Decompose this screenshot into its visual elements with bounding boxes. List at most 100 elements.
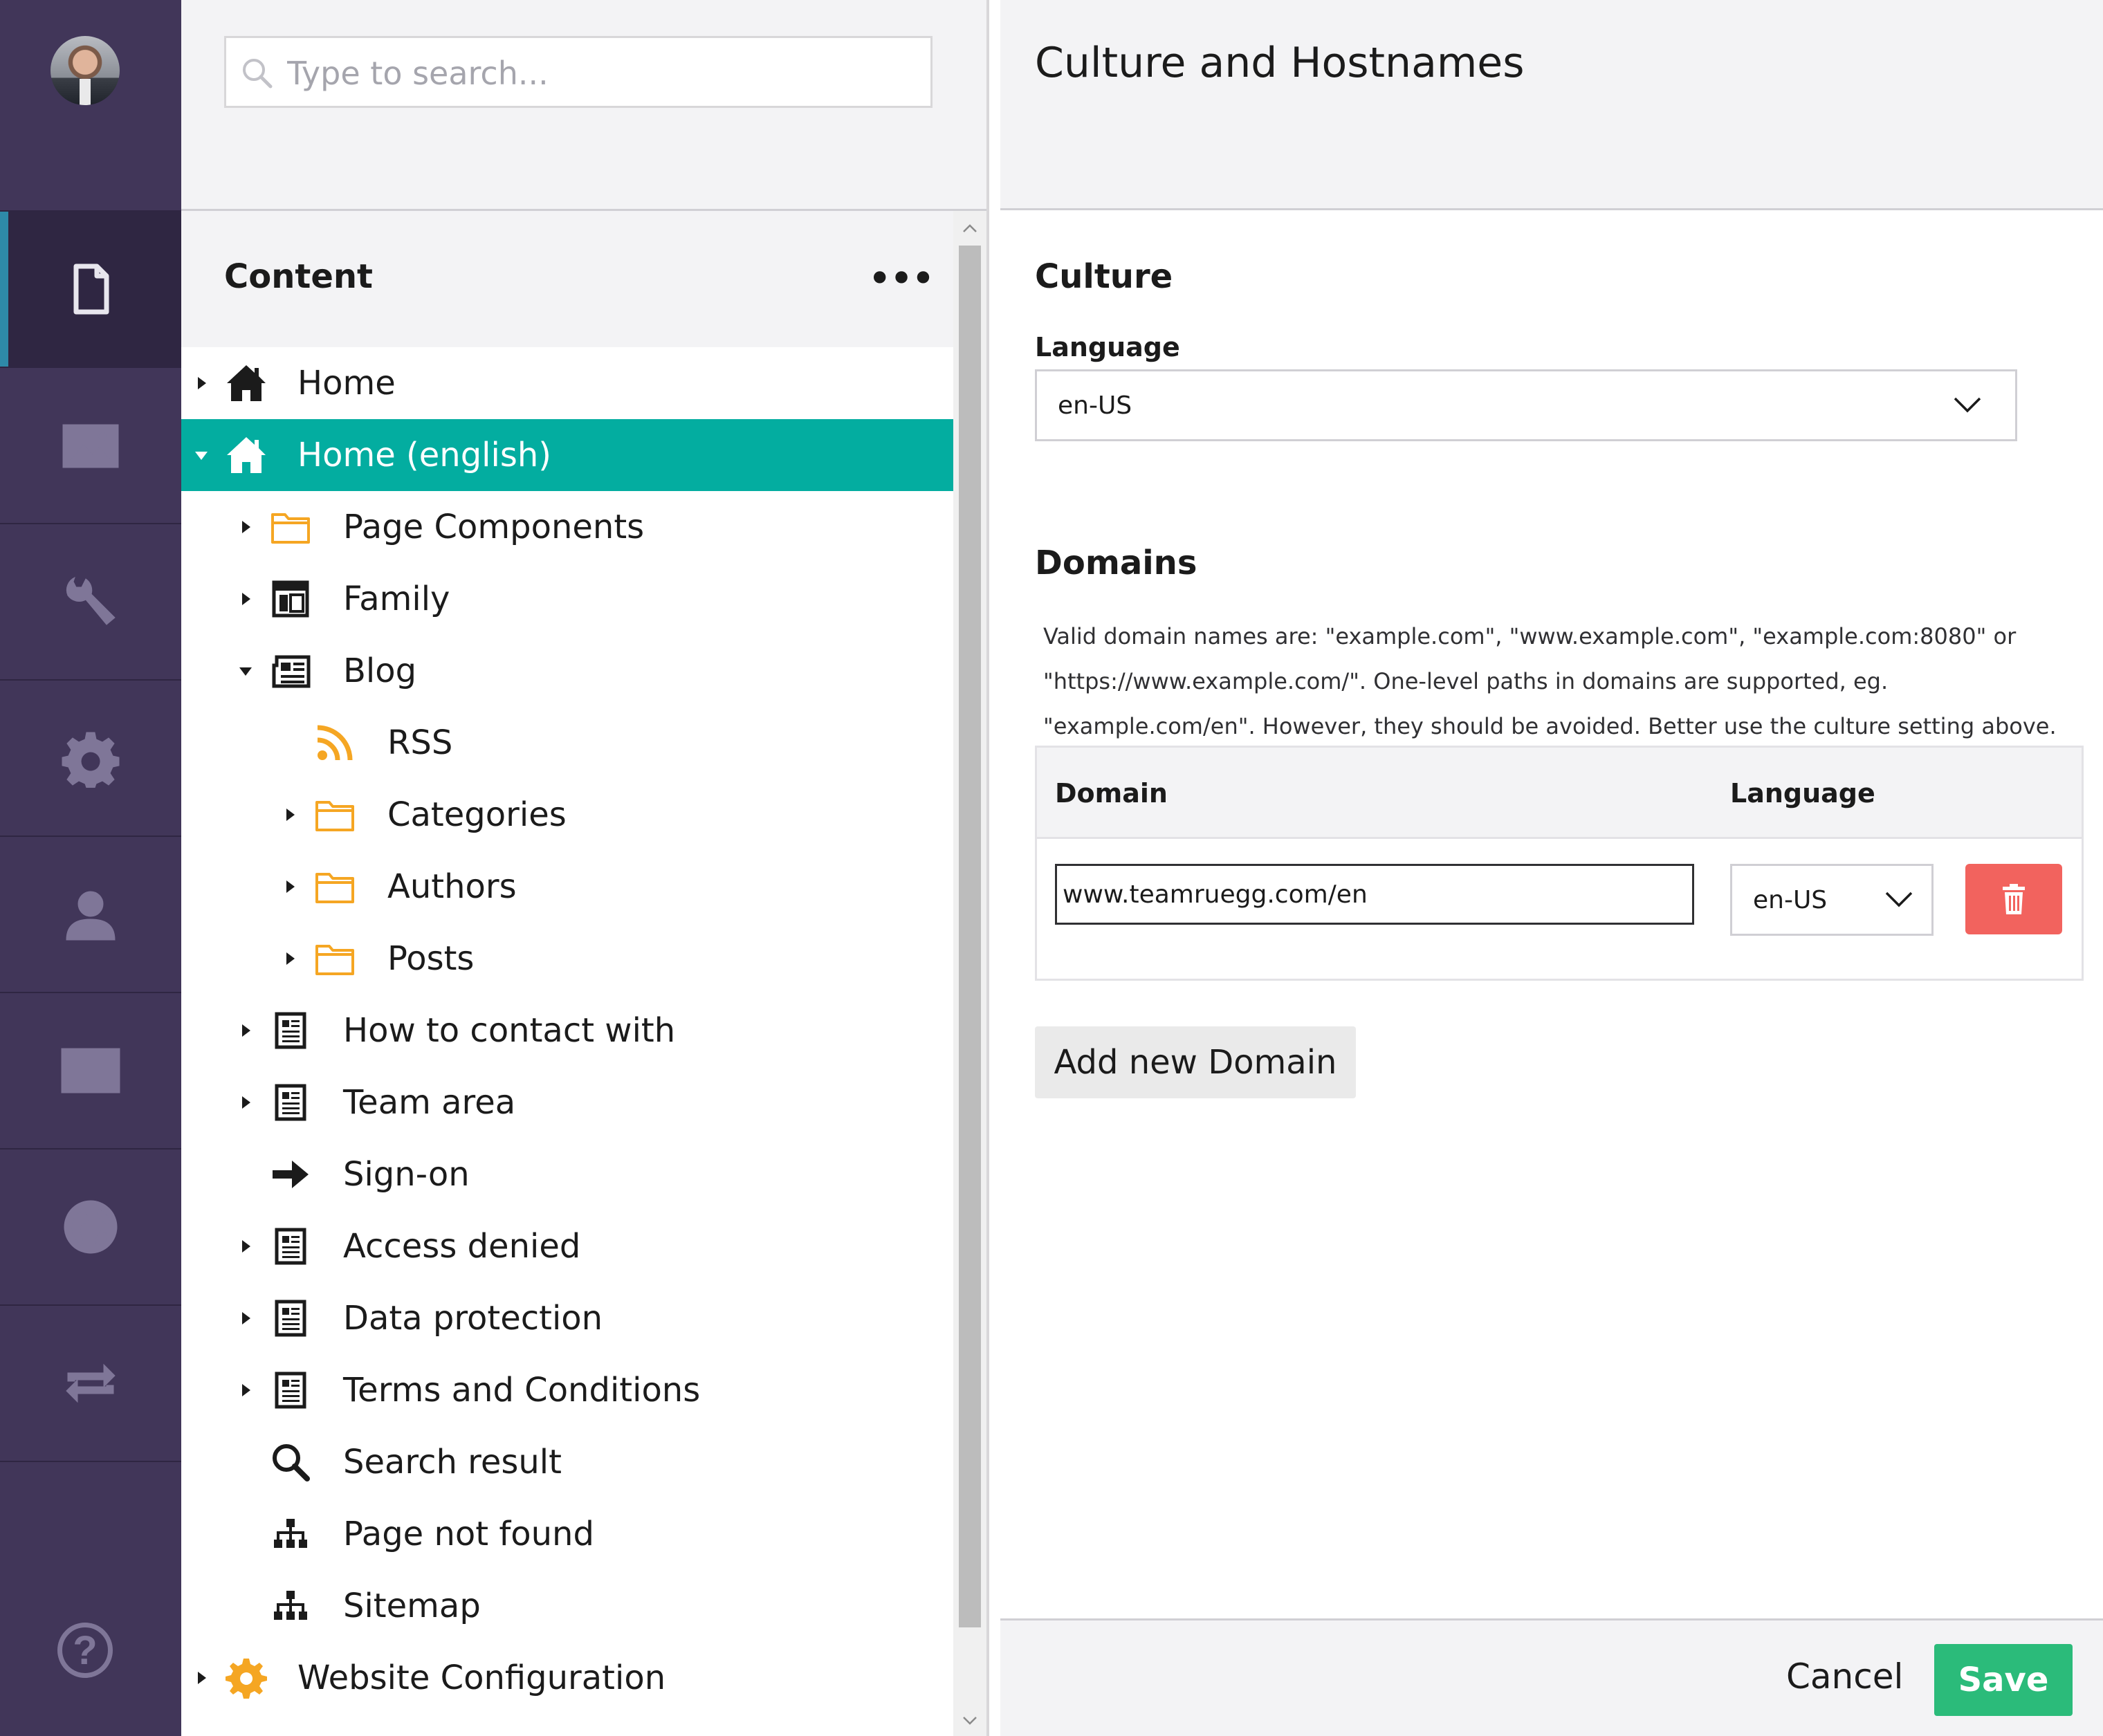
sync-icon xyxy=(66,1363,116,1403)
domain-field[interactable] xyxy=(1055,864,1694,925)
tree-item-search-result[interactable]: Search result xyxy=(181,1426,953,1498)
tree-item-categories[interactable]: Categories xyxy=(181,779,953,851)
editor-footer: Cancel Save xyxy=(1000,1618,2103,1736)
domains-heading: Domains xyxy=(1035,544,1197,582)
domains-help-text: Valid domain names are: "example.com", "… xyxy=(1043,623,2057,739)
tree-item-label: Family xyxy=(343,580,450,618)
home-icon xyxy=(227,437,266,473)
caret-right-icon[interactable] xyxy=(279,876,300,897)
tree-item-label: Blog xyxy=(343,652,417,690)
tree-item-page-components[interactable]: Page Components xyxy=(181,491,953,563)
nav-developer[interactable] xyxy=(0,679,181,835)
nav-content[interactable] xyxy=(0,210,181,367)
caret-right-icon[interactable] xyxy=(235,1092,256,1113)
chevron-down-icon[interactable] xyxy=(962,1712,978,1728)
caret-right-icon[interactable] xyxy=(235,1236,256,1257)
newspaper-icon xyxy=(272,655,311,688)
sitemap-icon xyxy=(274,1591,307,1620)
tree-item-label: Home xyxy=(297,364,396,403)
caret-right-icon[interactable] xyxy=(235,517,256,537)
gear-icon xyxy=(62,732,120,788)
tree-item-authors[interactable]: Authors xyxy=(181,851,953,923)
tree-item-label: Categories xyxy=(387,795,567,834)
sitemap-icon xyxy=(274,1519,307,1548)
folder-icon xyxy=(315,873,354,903)
chevron-down-icon xyxy=(1885,892,1913,907)
page-title: Culture and Hostnames xyxy=(1035,39,1525,87)
tree-item-label: Search result xyxy=(343,1443,562,1481)
tree-item-label: Sitemap xyxy=(343,1587,481,1625)
add-new-domain-button[interactable]: Add new Domain xyxy=(1035,1026,1356,1098)
culture-heading: Culture xyxy=(1035,257,1173,296)
more-options-icon[interactable]: ••• xyxy=(867,258,935,299)
save-button[interactable]: Save xyxy=(1934,1644,2073,1716)
tree-item-label: Data protection xyxy=(343,1299,603,1338)
cancel-button[interactable]: Cancel xyxy=(1786,1656,1903,1697)
tree-item-home-english[interactable]: Home (english) xyxy=(181,419,953,491)
tree-item-label: Authors xyxy=(387,867,517,906)
delete-domain-button[interactable] xyxy=(1965,864,2062,934)
caret-down-icon[interactable] xyxy=(235,661,256,681)
tree-item-posts[interactable]: Posts xyxy=(181,923,953,995)
tree-item-data-protection[interactable]: Data protection xyxy=(181,1282,953,1354)
divider xyxy=(181,209,986,211)
search-icon xyxy=(273,1444,310,1481)
nav-users[interactable] xyxy=(0,835,181,992)
tree-item-page-not-found[interactable]: Page not found xyxy=(181,1498,953,1570)
column-header-language: Language xyxy=(1730,778,1875,809)
section-nav: ? xyxy=(0,0,181,1736)
caret-right-icon[interactable] xyxy=(279,804,300,825)
language-label: Language xyxy=(1035,332,1180,362)
tree-item-label: Terms and Conditions xyxy=(343,1371,701,1410)
nav-translation[interactable] xyxy=(0,1148,181,1304)
tree-item-sign-on[interactable]: Sign-on xyxy=(181,1138,953,1210)
search-input[interactable] xyxy=(286,44,911,103)
language-select[interactable]: en-US xyxy=(1035,369,2017,441)
caret-down-icon[interactable] xyxy=(191,445,212,465)
tree-item-home[interactable]: Home xyxy=(181,347,953,419)
tree-item-label: Home (english) xyxy=(297,436,551,474)
tree-item-how-to-contact[interactable]: How to contact with xyxy=(181,995,953,1066)
chevron-up-icon[interactable] xyxy=(962,221,978,237)
nav-forms[interactable] xyxy=(0,1304,181,1461)
caret-right-icon[interactable] xyxy=(235,1308,256,1329)
folder-icon xyxy=(315,801,354,831)
domain-language-select[interactable]: en-US xyxy=(1730,864,1934,936)
tree-item-team-area[interactable]: Team area xyxy=(181,1066,953,1138)
tree-item-terms[interactable]: Terms and Conditions xyxy=(181,1354,953,1426)
help-icon[interactable]: ? xyxy=(57,1623,113,1678)
tree-title: Content xyxy=(224,257,373,296)
nav-media[interactable] xyxy=(0,367,181,523)
trash-icon xyxy=(2003,884,2025,914)
gear-icon xyxy=(226,1659,267,1699)
tree-item-family[interactable]: Family xyxy=(181,563,953,635)
caret-right-icon[interactable] xyxy=(279,948,300,969)
image-icon xyxy=(62,424,119,468)
rss-icon xyxy=(317,725,353,761)
tree-item-access-denied[interactable]: Access denied xyxy=(181,1210,953,1282)
caret-right-icon[interactable] xyxy=(191,1668,212,1688)
nav-settings[interactable] xyxy=(0,523,181,679)
tree-item-blog[interactable]: Blog xyxy=(181,635,953,707)
caret-right-icon[interactable] xyxy=(235,1380,256,1401)
search-box[interactable] xyxy=(224,36,933,108)
tree-item-sitemap[interactable]: Sitemap xyxy=(181,1570,953,1642)
caret-right-icon[interactable] xyxy=(191,373,212,394)
content-tree: Home Home (english) Page Components Fami… xyxy=(181,347,953,1736)
scrollbar-thumb[interactable] xyxy=(959,246,981,1627)
tree-item-label: How to contact with xyxy=(343,1011,676,1050)
tree-item-website-configuration[interactable]: Website Configuration xyxy=(181,1642,953,1714)
user-avatar[interactable] xyxy=(50,36,120,105)
domain-language-value: en-US xyxy=(1753,885,1828,914)
tree-item-rss[interactable]: RSS xyxy=(181,707,953,779)
nav-members[interactable] xyxy=(0,992,181,1148)
tree-scrollbar[interactable] xyxy=(953,211,986,1736)
document-icon xyxy=(275,1300,306,1337)
domains-table-header: Domain Language xyxy=(1037,748,2082,839)
tree-item-label: Team area xyxy=(343,1083,516,1122)
caret-right-icon[interactable] xyxy=(235,589,256,609)
caret-right-icon[interactable] xyxy=(235,1020,256,1041)
home-icon xyxy=(227,365,266,401)
editor-header: Culture and Hostnames xyxy=(1000,0,2103,210)
document-icon xyxy=(275,1372,306,1409)
